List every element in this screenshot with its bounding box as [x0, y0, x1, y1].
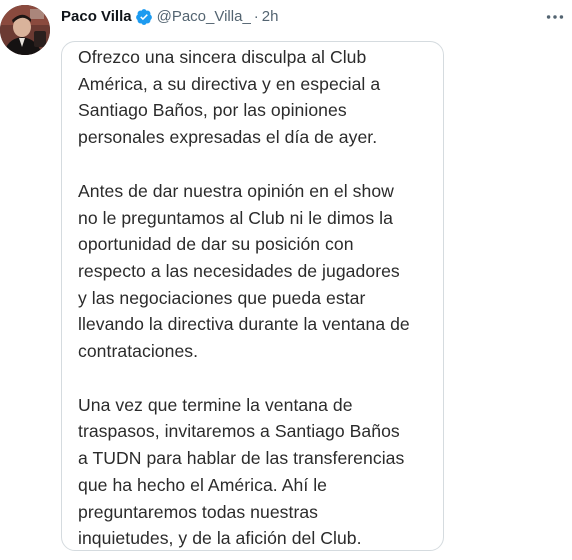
- text-line: personales expresadas el día de ayer.: [78, 127, 378, 148]
- statement-paragraph: Ofrezco una sincera disculpa al Club Amé…: [78, 44, 435, 151]
- text-line: traspasos, invitaremos a Santiago Baños: [78, 421, 400, 442]
- more-horizontal-icon: [546, 15, 564, 19]
- text-line: a TUDN para hablar de las transferencias: [78, 448, 405, 469]
- more-options-button[interactable]: [541, 6, 569, 28]
- tweet[interactable]: Paco Villa @Paco_Villa_ · 2h Ofrezco una…: [0, 0, 572, 560]
- text-line: Ofrezco una sincera disculpa al Club: [78, 47, 367, 67]
- text-line: Santiago Baños, por las opiniones: [78, 100, 347, 121]
- text-line: inquietudes, y de la afición del Club.: [78, 528, 362, 549]
- separator-dot: ·: [253, 8, 259, 25]
- author-avatar[interactable]: [0, 5, 50, 55]
- text-line: oportunidad de dar su posición con: [78, 234, 354, 255]
- tweet-media-image[interactable]: Ofrezco una sincera disculpa al Club Amé…: [61, 41, 444, 551]
- avatar-photo: [0, 5, 50, 55]
- text-line: y las negociaciones que pueda estar: [78, 287, 366, 308]
- text-line: preguntaremos todas nuestras: [78, 501, 319, 522]
- author-handle[interactable]: @Paco_Villa_: [157, 7, 251, 27]
- text-line: Una vez que termine la ventana de: [78, 394, 353, 415]
- verified-badge-icon: [135, 8, 153, 26]
- text-line: contrataciones.: [78, 341, 199, 362]
- text-line: que ha hecho el América. Ahí le: [78, 474, 328, 495]
- tweet-header: Paco Villa @Paco_Villa_ · 2h: [61, 7, 278, 27]
- text-line: no le preguntamos al Club ni le dimos la: [78, 207, 393, 228]
- text-line: América, a su directiva y en especial a: [78, 73, 381, 94]
- tweet-timestamp[interactable]: 2h: [262, 7, 279, 27]
- statement-paragraph: Antes de dar nuestra opinión en el show …: [78, 178, 435, 365]
- text-line: respecto a las necesidades de jugadores: [78, 260, 400, 281]
- author-name[interactable]: Paco Villa: [61, 7, 132, 27]
- text-line: Antes de dar nuestra opinión en el show: [78, 180, 394, 201]
- text-line: llevando la directiva durante la ventana…: [78, 314, 410, 335]
- statement-paragraph: Una vez que termine la ventana de traspa…: [78, 392, 435, 552]
